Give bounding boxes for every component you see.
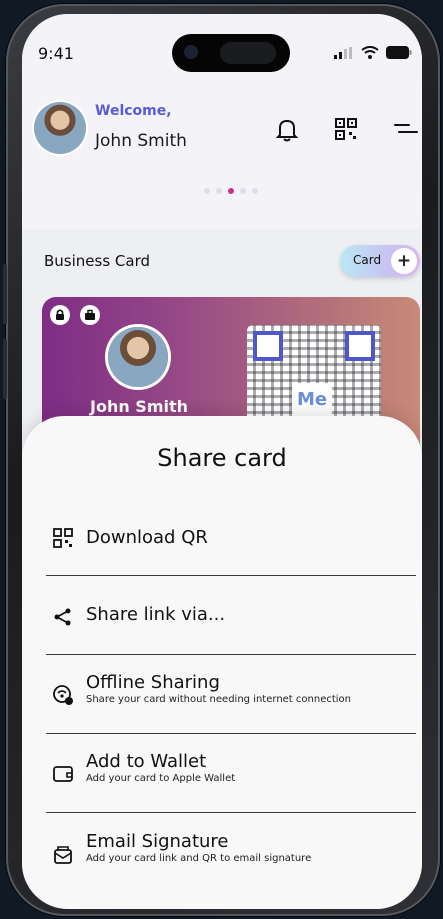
carousel-dots <box>204 188 258 194</box>
share-sheet: Share card Download QR Share link via... <box>22 416 422 909</box>
divider <box>46 733 416 734</box>
qr-finder-pattern <box>253 331 283 361</box>
bell-icon[interactable] <box>276 118 298 142</box>
qr-code-icon <box>53 528 73 548</box>
status-icons <box>334 46 412 59</box>
sensor-area <box>220 42 276 64</box>
add-card-button[interactable]: Card + <box>340 245 420 277</box>
add-card-label: Card <box>353 253 382 267</box>
download-qr-option[interactable]: Download QR <box>42 508 418 570</box>
carousel-dot[interactable] <box>204 188 210 194</box>
card-avatar <box>108 327 168 387</box>
card-holder-name: John Smith <box>90 397 189 416</box>
offline-sharing-option[interactable]: Offline Sharing Share your card without … <box>42 664 418 726</box>
camera-lens <box>184 45 198 59</box>
welcome-text: Welcome, <box>95 103 172 119</box>
option-title: Add to Wallet <box>86 751 207 772</box>
volume-button <box>3 264 7 324</box>
user-name: John Smith <box>95 131 187 151</box>
share-icon <box>54 608 71 626</box>
option-subtitle: Add your card link and QR to email signa… <box>86 853 312 864</box>
email-signature-icon <box>54 846 72 864</box>
qr-scan-icon[interactable] <box>335 118 357 140</box>
offline-sharing-icon <box>53 685 73 705</box>
status-time: 9:41 <box>38 44 74 63</box>
section-title: Business Card <box>44 252 151 270</box>
qr-finder-pattern <box>345 331 375 361</box>
carousel-dot[interactable] <box>252 188 258 194</box>
option-subtitle: Add your card to Apple Wallet <box>86 773 236 784</box>
qr-logo: Me <box>292 383 332 417</box>
option-title: Offline Sharing <box>86 672 220 693</box>
signal-icon <box>334 46 352 59</box>
option-title: Share link via... <box>86 604 226 625</box>
add-to-wallet-option[interactable]: Add to Wallet Add your card to Apple Wal… <box>42 744 418 806</box>
lock-icon[interactable] <box>50 305 70 325</box>
volume-button <box>3 339 7 399</box>
carousel-dot[interactable] <box>216 188 222 194</box>
share-link-option[interactable]: Share link via... <box>42 586 418 648</box>
option-title: Email Signature <box>86 831 229 852</box>
carousel-dot[interactable] <box>240 188 246 194</box>
dynamic-island <box>172 34 290 72</box>
menu-icon[interactable] <box>394 122 418 136</box>
phone-screen: 9:41 Welcome, John Smith Business Card C… <box>22 14 422 909</box>
option-title: Download QR <box>86 527 208 548</box>
user-avatar[interactable] <box>34 102 86 154</box>
wallet-icon <box>53 766 73 782</box>
plus-icon: + <box>391 248 417 274</box>
battery-icon <box>386 46 412 59</box>
sheet-title: Share card <box>157 444 287 472</box>
divider <box>46 654 416 655</box>
divider <box>46 812 416 813</box>
email-signature-option[interactable]: Email Signature Add your card link and Q… <box>42 824 418 886</box>
option-subtitle: Share your card without needing internet… <box>86 694 352 705</box>
divider <box>46 575 416 576</box>
wifi-icon <box>361 46 379 59</box>
briefcase-icon[interactable] <box>80 305 100 325</box>
carousel-dot-active[interactable] <box>228 188 234 194</box>
